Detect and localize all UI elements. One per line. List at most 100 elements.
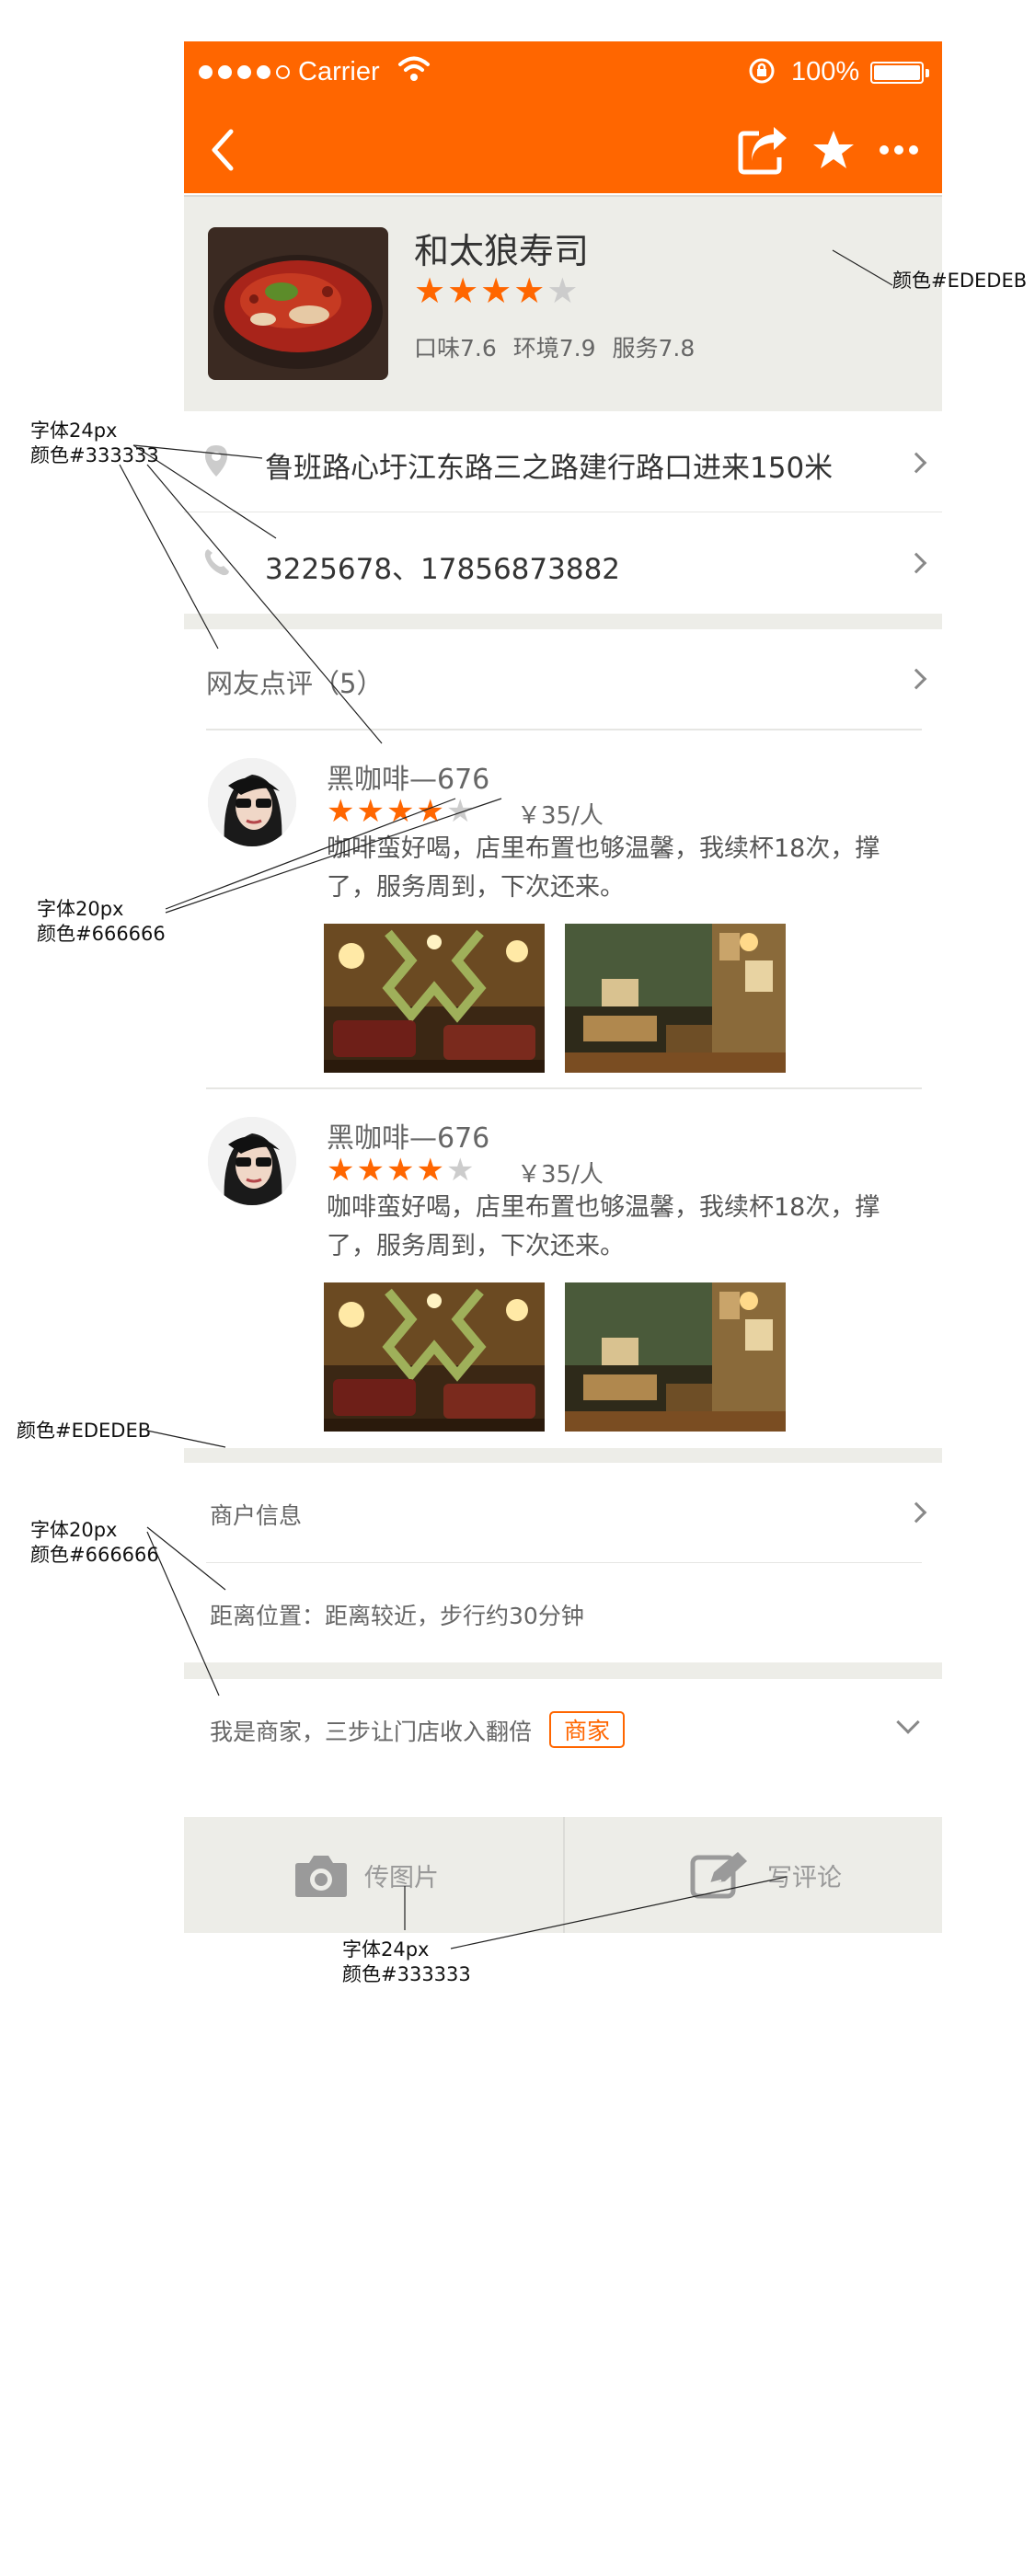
annotation-text: 字体24px <box>30 420 118 442</box>
review-photo[interactable] <box>565 1282 786 1432</box>
star-full-icon: ★ <box>416 793 446 830</box>
star-icon <box>813 130 854 168</box>
battery-icon <box>870 62 929 84</box>
review-text-line: 咖啡蛮好喝，店里布置也够温馨，我续杯18次，撑 <box>327 1193 880 1222</box>
upload-photo-button[interactable]: 传图片 <box>294 1817 439 1933</box>
review-photo[interactable] <box>324 924 545 1073</box>
review-photo[interactable] <box>324 1282 545 1432</box>
review-text: 咖啡蛮好喝，店里布置也够温馨，我续杯18次，撑 了，服务周到，下次还来。 <box>327 830 897 907</box>
shop-scores: 口味7.6 环境7.9 服务7.8 <box>414 330 695 363</box>
status-bar: Carrier 100% <box>184 41 942 106</box>
location-pin-icon <box>205 445 227 477</box>
owner-prompt: 我是商家，三步让门店收入翻倍 <box>210 1719 533 1745</box>
signal-strength-icon <box>199 65 290 84</box>
star-full-icon: ★ <box>385 793 417 830</box>
wifi-icon <box>398 56 430 81</box>
phone-numbers: 3225678、17856873882 <box>265 553 621 586</box>
review-text: 咖啡蛮好喝，店里布置也够温馨，我续杯18次，撑 了，服务周到，下次还来。 <box>327 1189 897 1266</box>
annotation-text: 颜色#666666 <box>37 923 166 945</box>
star-full-icon: ★ <box>327 793 357 830</box>
star-full-icon: ★ <box>385 1152 417 1189</box>
reviews-header-row[interactable]: 网友点评（5） <box>184 629 942 729</box>
camera-icon <box>295 1856 347 1897</box>
annotation-label: 字体20px 颜色#666666 <box>30 1518 159 1568</box>
shop-rating-stars: ★★★★★ <box>414 272 580 309</box>
annotation-label: 颜色#EDEDEB <box>892 269 1027 293</box>
annotation-label: 颜色#EDEDEB <box>17 1419 151 1443</box>
phone-row[interactable]: 3225678、17856873882 <box>184 512 942 614</box>
review-text-line: 咖啡蛮好喝，店里布置也够温馨，我续杯18次，撑 <box>327 834 880 863</box>
review-text-line: 了，服务周到，下次还来。 <box>327 1232 625 1260</box>
review-item: 黑咖啡—676 ★★★★★ ￥35/人 咖啡蛮好喝，店里布置也够温馨，我续杯18… <box>184 1089 942 1448</box>
more-icon <box>880 144 918 155</box>
more-button[interactable] <box>865 106 933 193</box>
star-full-icon: ★ <box>480 270 514 311</box>
distance-text: 距离位置：距离较近，步行约30分钟 <box>210 1603 584 1629</box>
annotation-text: 颜色#666666 <box>30 1544 159 1566</box>
review-username: 黑咖啡—676 <box>327 1122 490 1155</box>
review-rating-stars: ★★★★★ <box>327 1154 476 1187</box>
chevron-down-icon[interactable] <box>896 1710 920 1734</box>
taste-score: 口味7.6 <box>414 335 497 362</box>
annotation-label: 字体24px 颜色#333333 <box>342 1938 471 1987</box>
annotation-text: 字体24px <box>342 1938 430 1961</box>
review-text-line: 了，服务周到，下次还来。 <box>327 873 625 902</box>
write-review-button[interactable]: 写评论 <box>690 1817 842 1933</box>
star-full-icon: ★ <box>416 1152 446 1189</box>
avatar[interactable] <box>208 1117 296 1205</box>
star-empty-icon: ★ <box>546 270 581 311</box>
shop-name: 和太狼寿司 <box>414 231 590 271</box>
review-price: ￥35/人 <box>517 802 604 830</box>
star-full-icon: ★ <box>327 1152 357 1189</box>
bottom-action-bar: 传图片 写评论 <box>184 1817 942 1933</box>
chevron-left-icon <box>212 129 234 170</box>
back-button[interactable] <box>195 106 250 193</box>
annotation-text: 颜色#333333 <box>342 1963 471 1985</box>
environment-score: 环境7.9 <box>512 335 596 362</box>
star-full-icon: ★ <box>447 270 481 311</box>
star-full-icon: ★ <box>513 270 547 311</box>
edit-icon <box>690 1852 747 1899</box>
merchant-info-row[interactable]: 商户信息 <box>184 1463 942 1562</box>
chevron-right-icon <box>905 1501 927 1524</box>
annotation-text: 字体20px <box>30 1519 118 1541</box>
address-row[interactable]: 鲁班路心圩江东路三之路建行路口进来150米 <box>184 413 942 512</box>
star-full-icon: ★ <box>356 1152 386 1189</box>
write-review-label: 写评论 <box>767 1863 842 1892</box>
review-item: 黑咖啡—676 ★★★★★ ￥35/人 咖啡蛮好喝，店里布置也够温馨，我续杯18… <box>184 730 942 1087</box>
review-photo[interactable] <box>565 924 786 1073</box>
annotation-text: 颜色#EDEDEB <box>17 1420 152 1442</box>
shop-photo[interactable] <box>208 227 388 380</box>
star-empty-icon: ★ <box>445 1152 477 1189</box>
merchant-info-title: 商户信息 <box>210 1502 303 1529</box>
favorite-button[interactable] <box>806 106 861 193</box>
phone-icon <box>204 549 229 576</box>
reviews-title: 网友点评（5） <box>206 668 384 699</box>
chevron-right-icon <box>905 668 927 690</box>
service-score: 服务7.8 <box>612 335 696 362</box>
upload-photo-label: 传图片 <box>364 1863 439 1892</box>
share-button[interactable] <box>731 106 796 193</box>
annotation-text: 颜色#EDEDEB <box>892 270 1028 292</box>
annotation-text: 颜色#333333 <box>30 444 159 466</box>
merchant-badge: 商家 <box>549 1711 625 1748</box>
address-text: 鲁班路心圩江东路三之路建行路口进来150米 <box>265 452 834 485</box>
carrier-label: Carrier <box>298 57 380 86</box>
review-price: ￥35/人 <box>517 1161 604 1189</box>
star-full-icon: ★ <box>414 270 448 311</box>
nav-bar <box>184 106 942 193</box>
section-gap <box>184 1448 942 1463</box>
merchant-owner-row[interactable]: 我是商家，三步让门店收入翻倍 商家 <box>184 1679 942 1778</box>
star-empty-icon: ★ <box>445 793 477 830</box>
divider <box>563 1817 565 1933</box>
rotation-lock-icon <box>749 58 775 84</box>
distance-row: 距离位置：距离较近，步行约30分钟 <box>184 1563 942 1662</box>
review-username: 黑咖啡—676 <box>327 764 490 796</box>
annotation-label: 字体20px 颜色#666666 <box>37 897 166 947</box>
share-icon <box>738 126 787 174</box>
shop-header: 和太狼寿司 ★★★★★ 口味7.6 环境7.9 服务7.8 <box>184 195 942 411</box>
annotation-label: 字体24px 颜色#333333 <box>30 419 159 468</box>
chevron-right-icon <box>905 552 927 574</box>
avatar[interactable] <box>208 758 296 846</box>
review-rating-stars: ★★★★★ <box>327 795 476 828</box>
